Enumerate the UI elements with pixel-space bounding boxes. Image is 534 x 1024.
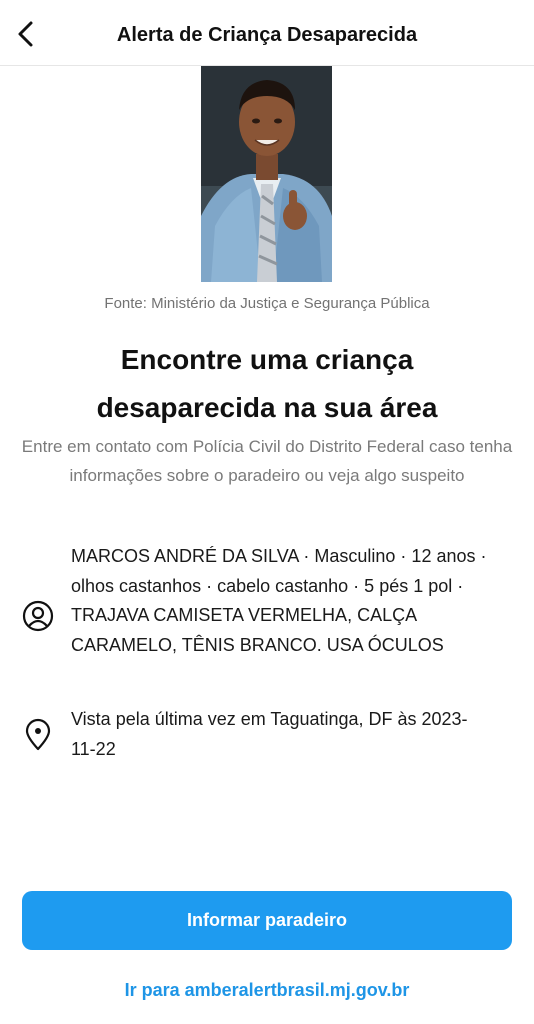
headline-line-2: desaparecida na sua área <box>96 392 438 423</box>
chevron-left-icon <box>18 21 33 47</box>
report-whereabouts-button[interactable]: Informar paradeiro <box>22 891 512 950</box>
headline: Encontre uma criança desaparecida na sua… <box>30 336 504 432</box>
amber-alert-link[interactable]: Ir para amberalertbrasil.mj.gov.br <box>0 980 534 1001</box>
page-title: Alerta de Criança Desaparecida <box>116 24 418 46</box>
header-bar: Alerta de Criança Desaparecida <box>0 0 534 66</box>
back-button[interactable] <box>8 16 44 52</box>
photo-source: Fonte: Ministério da Justiça e Segurança… <box>104 295 430 312</box>
location-pin-icon <box>20 717 56 753</box>
child-photo <box>201 66 332 282</box>
headline-line-1: Encontre uma criança <box>120 344 414 375</box>
child-description: MARCOS ANDRÉ DA SILVA · Masculino · 12 a… <box>71 546 487 655</box>
last-seen-text: Vista pela última vez em Taguatinga, DF … <box>71 709 468 759</box>
person-icon <box>20 598 56 634</box>
contact-instructions: Entre em contato com Polícia Civil do Di… <box>21 437 513 485</box>
